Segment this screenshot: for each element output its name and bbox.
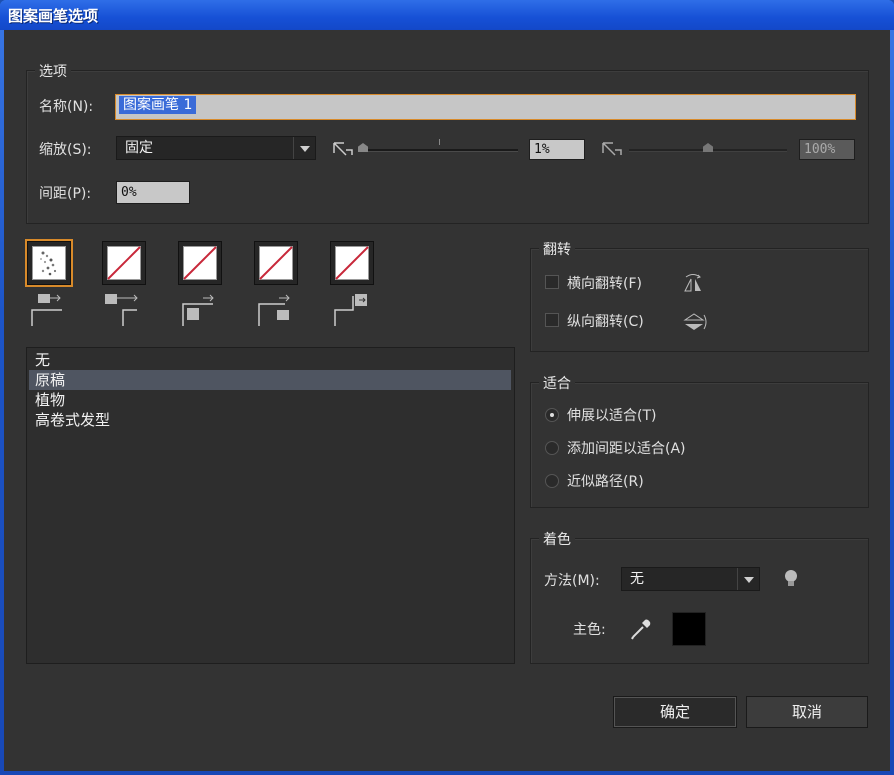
fit-approximate-path-radio[interactable] [545, 474, 559, 488]
start-tile-button[interactable] [254, 241, 298, 285]
flip-group: 翻转 横向翻转(F) 纵向翻转(C) [530, 239, 869, 352]
no-tile-icon [259, 246, 293, 280]
flip-vertical-label[interactable]: 纵向翻转(C) [567, 311, 644, 331]
fit-stretch-radio[interactable] [545, 408, 559, 422]
max-scale-input[interactable]: 100% [799, 139, 855, 160]
dialog-window: 图案画笔选项 选项 名称(N): 图案画笔 1 缩放(S): 固定 1% 100… [0, 0, 894, 775]
options-group-label: 选项 [35, 61, 71, 81]
name-input-text: 图案画笔 1 [119, 96, 197, 114]
start-tile-type-icon [258, 294, 290, 326]
fit-add-space-radio[interactable] [545, 441, 559, 455]
colorization-group-label: 着色 [539, 529, 575, 549]
fit-stretch-label[interactable]: 伸展以适合(T) [567, 405, 656, 425]
flip-vertical-checkbox[interactable] [545, 313, 559, 327]
flip-horizontal-icon [684, 274, 701, 292]
scale-dropdown-value: 固定 [125, 140, 153, 156]
pattern-preview-icon [40, 251, 57, 276]
list-item[interactable]: 植物 [29, 390, 511, 410]
side-tile-type-icon [31, 294, 62, 326]
spacing-label: 间距(P): [39, 186, 92, 202]
window-title: 图案画笔选项 [8, 7, 99, 25]
key-color-swatch[interactable] [672, 612, 706, 646]
flip-vertical-icon [683, 313, 707, 330]
spacing-input[interactable]: 0% [116, 181, 190, 204]
max-scale-icon [602, 142, 622, 156]
fit-group-label: 适合 [539, 373, 575, 393]
min-scale-input[interactable]: 1% [529, 139, 585, 160]
method-dropdown-value: 无 [630, 571, 644, 587]
fit-group: 适合 伸展以适合(T) 添加间距以适合(A) 近似路径(R) [530, 373, 869, 508]
flip-horizontal-label[interactable]: 横向翻转(F) [567, 273, 642, 293]
dialog-body: 选项 名称(N): 图案画笔 1 缩放(S): 固定 1% 100% 间距(P)… [4, 30, 890, 771]
no-tile-icon [107, 246, 141, 280]
no-tile-icon [335, 246, 369, 280]
list-item[interactable]: 无 [29, 350, 511, 370]
colorization-group: 着色 方法(M): 无 主色: [530, 529, 869, 664]
list-item[interactable]: 原稿 [29, 370, 511, 390]
outer-corner-tile-type-icon [105, 294, 138, 326]
min-scale-slider-handle[interactable] [358, 143, 368, 152]
outer-corner-tile-button[interactable] [102, 241, 146, 285]
name-input[interactable]: 图案画笔 1 [115, 94, 856, 120]
method-dropdown[interactable]: 无 [621, 567, 760, 591]
eyedropper-icon[interactable] [629, 617, 653, 641]
side-tile-preview [32, 246, 66, 280]
ok-button[interactable]: 确定 [613, 696, 737, 728]
key-color-label: 主色: [573, 622, 606, 638]
fit-approximate-path-label[interactable]: 近似路径(R) [567, 471, 644, 491]
scale-dropdown[interactable]: 固定 [116, 136, 316, 160]
name-label: 名称(N): [39, 99, 94, 115]
min-scale-slider-track[interactable] [360, 149, 518, 152]
no-tile-icon [183, 246, 217, 280]
inner-corner-tile-type-icon [182, 294, 214, 326]
cancel-button[interactable]: 取消 [746, 696, 868, 728]
flip-group-label: 翻转 [539, 239, 575, 259]
scale-label: 缩放(S): [39, 142, 92, 158]
method-label: 方法(M): [544, 573, 600, 589]
side-tile-button[interactable] [25, 239, 73, 287]
title-bar[interactable]: 图案画笔选项 [0, 0, 894, 30]
fit-add-space-label[interactable]: 添加间距以适合(A) [567, 438, 686, 458]
end-tile-button[interactable] [330, 241, 374, 285]
chevron-down-icon [737, 568, 759, 590]
pattern-list[interactable]: 无 原稿 植物 高卷式发型 [26, 347, 515, 664]
inner-corner-tile-button[interactable] [178, 241, 222, 285]
end-tile-type-icon [334, 294, 367, 326]
max-scale-slider-handle[interactable] [703, 143, 713, 152]
list-item[interactable]: 高卷式发型 [29, 410, 511, 430]
min-scale-icon [333, 142, 353, 156]
flip-horizontal-checkbox[interactable] [545, 275, 559, 289]
tips-lightbulb-icon[interactable] [783, 569, 799, 589]
options-group: 选项 名称(N): 图案画笔 1 缩放(S): 固定 1% 100% 间距(P)… [26, 61, 869, 224]
min-scale-slider-tick [439, 139, 440, 145]
chevron-down-icon [293, 137, 315, 159]
